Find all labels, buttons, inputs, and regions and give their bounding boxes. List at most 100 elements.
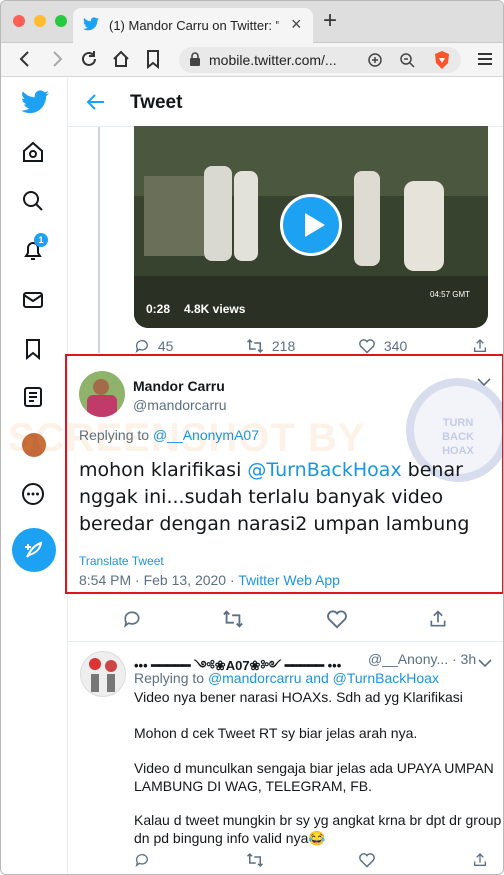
play-icon [305, 213, 325, 237]
author-name[interactable]: Mandor Carru [133, 378, 225, 394]
page-title: Tweet [130, 92, 183, 113]
zoom-in-icon[interactable] [367, 52, 383, 73]
video-figure [234, 171, 258, 261]
divider [68, 641, 503, 642]
tweet-text-line: nggak ini...sudah terlalu banyak video [79, 486, 444, 508]
tweet-text-line: beredar dengan narasi2 umpan lambung [79, 513, 470, 535]
explore-search-icon[interactable] [21, 189, 45, 218]
reply-icon [135, 854, 148, 867]
replying-to-handle[interactable]: @__AnonymA07 [153, 427, 259, 443]
tweet-text-segment: benar [401, 459, 463, 481]
like-button[interactable] [326, 609, 348, 634]
reply-tweet-reply-button[interactable] [134, 852, 150, 873]
reply-text-line: Video nya bener narasi HOAXs. Sdh ad yg … [134, 689, 463, 705]
bookmark-icon[interactable] [143, 49, 163, 74]
video-figure [354, 171, 380, 266]
reply-action[interactable]: 45 [134, 338, 173, 354]
mention-link[interactable]: @TurnBackHoax [247, 459, 401, 481]
like-count: 340 [383, 338, 408, 354]
zoom-out-icon[interactable] [399, 52, 415, 73]
retweet-action[interactable]: 218 [246, 338, 295, 354]
tweet-text-segment: mohon klarifikasi [79, 459, 248, 481]
share-icon [474, 339, 486, 352]
reply-count: 45 [157, 338, 174, 354]
video-figure [144, 176, 204, 256]
page-header: Tweet [68, 78, 503, 127]
chevron-down-icon[interactable] [477, 374, 491, 392]
compose-tweet-button[interactable] [12, 528, 56, 572]
browser-window: (1) Mandor Carru on Twitter: "@_ × + mob… [0, 0, 504, 875]
back-arrow-icon[interactable] [86, 93, 106, 116]
reply-icon [123, 611, 140, 628]
home-icon[interactable] [111, 49, 131, 74]
replying-to: Replying to @__AnonymA07 [79, 427, 259, 443]
share-icon [430, 610, 446, 627]
maximize-window-button[interactable] [55, 15, 67, 27]
timestamp-text: 8:54 PM · Feb 13, 2020 · [79, 572, 239, 588]
minimize-window-button[interactable] [34, 15, 46, 27]
home-nav-icon[interactable] [21, 140, 45, 169]
compose-feather-icon [25, 541, 43, 558]
like-action[interactable]: 340 [358, 338, 407, 354]
video-channel-clock: 04:57 GMT [430, 290, 471, 299]
video-figure [204, 166, 232, 261]
reply-tweet-retweet-button[interactable] [246, 852, 264, 873]
tweet-video-player[interactable]: 04:57 GMT 0:28 4.8K views [134, 126, 488, 328]
reply-author-avatar[interactable] [80, 651, 126, 697]
browser-tab[interactable]: (1) Mandor Carru on Twitter: "@_ × [73, 8, 313, 43]
reply-button[interactable] [122, 609, 142, 634]
reply-tweet-share-button[interactable] [472, 852, 488, 873]
tweet-timestamp: 8:54 PM · Feb 13, 2020 · Twitter Web App [79, 572, 340, 588]
more-options-icon[interactable] [21, 482, 45, 511]
reply-text-line: Kalau d tweet mungkin br sy yg angkat kr… [134, 812, 502, 828]
video-duration: 0:28 [146, 302, 171, 316]
forward-icon[interactable] [47, 49, 67, 74]
tweet-text: mohon klarifikasi @TurnBackHoax benar ng… [79, 457, 499, 538]
heart-icon [327, 610, 347, 629]
author-avatar[interactable] [79, 371, 125, 417]
tab-bar: (1) Mandor Carru on Twitter: "@_ × + [1, 1, 503, 43]
brave-shield-icon[interactable] [433, 50, 451, 75]
bookmarks-icon[interactable] [21, 337, 45, 366]
reload-icon[interactable] [79, 49, 99, 74]
reply-handle-time[interactable]: @__Anony... · 3h [368, 651, 476, 667]
retweet-count: 218 [271, 338, 296, 354]
play-video-button[interactable] [280, 194, 342, 256]
close-tab-icon[interactable]: × [291, 14, 302, 35]
highlighted-tweet: Mandor Carru @mandorcarru Replying to @_… [65, 354, 503, 594]
reply-text-line: Mohon d cek Tweet RT sy biar jelas arah … [134, 725, 418, 741]
address-bar[interactable]: mobile.twitter.com/... [179, 47, 461, 73]
tweet-source-link[interactable]: Twitter Web App [238, 572, 340, 588]
twitter-logo-icon[interactable] [21, 90, 49, 119]
video-figure [404, 181, 444, 271]
notification-badge: 1 [34, 233, 48, 247]
retweet-icon [246, 338, 264, 354]
main-column: Tweet 04:57 GMT 0:28 4.8K views 45 218 3… [8, 78, 503, 874]
share-icon [474, 853, 486, 866]
twitter-favicon-icon [83, 17, 99, 36]
back-icon[interactable] [15, 49, 35, 74]
reply-text-line: Video d munculkan sengaja biar jelas ada… [134, 760, 494, 776]
reply-tweet-like-button[interactable] [358, 852, 376, 873]
translate-tweet-link[interactable]: Translate Tweet [79, 554, 164, 568]
replying-handles[interactable]: @mandorcarru and @TurnBackHoax [208, 670, 439, 686]
thread-connector-line [98, 127, 100, 353]
retweet-icon [246, 852, 264, 868]
messages-mail-icon[interactable] [21, 288, 45, 317]
retweet-icon [223, 610, 243, 628]
menu-icon[interactable] [475, 49, 495, 74]
lists-icon[interactable] [21, 385, 45, 414]
retweet-button[interactable] [222, 609, 244, 634]
reply-text-line: dn pd bingung info valid nya😂 [134, 830, 326, 846]
replying-label: Replying to [134, 670, 205, 686]
share-button[interactable] [428, 609, 448, 634]
reply-icon [135, 340, 148, 353]
lock-icon [189, 52, 201, 71]
close-window-button[interactable] [13, 15, 25, 27]
url-text: mobile.twitter.com/... [209, 52, 337, 68]
twitter-sidebar: 1 [1, 78, 67, 874]
new-tab-button[interactable]: + [323, 7, 337, 35]
author-handle[interactable]: @mandorcarru [133, 397, 227, 413]
tab-title: (1) Mandor Carru on Twitter: "@_ [109, 18, 279, 33]
chevron-down-icon[interactable] [478, 655, 492, 673]
